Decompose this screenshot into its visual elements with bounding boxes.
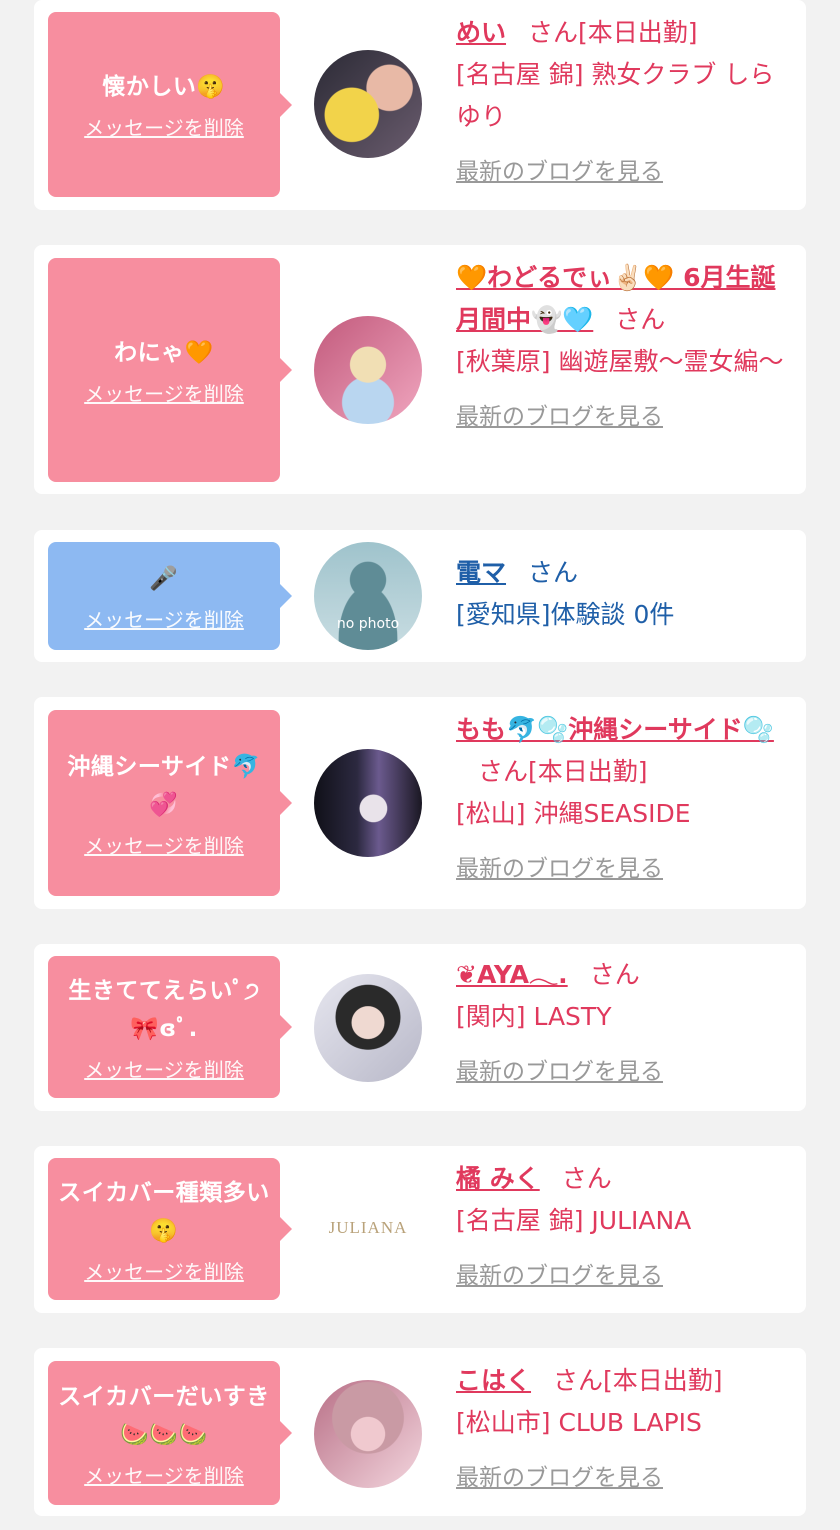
message-text: スイカバーだいすき🍉🍉🍉 <box>58 1383 270 1448</box>
delete-message-link[interactable]: メッセージを削除 <box>84 830 244 859</box>
latest-blog-link[interactable]: 最新のブログを見る <box>456 849 663 883</box>
profile-info: 電マ さん [愛知県]体験談 0件 <box>456 552 788 636</box>
avatar[interactable] <box>314 749 422 857</box>
latest-blog-link[interactable]: 最新のブログを見る <box>456 152 663 186</box>
message-card-5: 生きててえらいﾟ੭ 🎀ɞﾟ. メッセージを削除 ❦AYA𓂃. さん [関内] LA… <box>34 944 806 1111</box>
avatar[interactable]: JULIANA <box>314 1174 422 1282</box>
message-text: わにゃ🧡 <box>114 339 214 366</box>
profile-info: 🧡わどるでぃ✌🏻🧡 6月生誕月間中👻🩵 さん [秋葉原] 幽遊屋敷〜霊女編〜 最新… <box>456 257 788 431</box>
message-text: スイカバー種類多い🤫 <box>58 1179 270 1244</box>
delete-message-link[interactable]: メッセージを削除 <box>84 1054 244 1083</box>
profile-info: もも🐬🫧沖縄シーサイド🫧 さん[本日出勤] [松山] 沖縄SEASIDE 最新のブ… <box>456 709 788 883</box>
message-card-3: 🎤 メッセージを削除 no photo 電マ さん [愛知県]体験談 0件 <box>34 530 806 662</box>
message-card-7: スイカバーだいすき🍉🍉🍉 メッセージを削除 こはく さん[本日出勤] [松山市] … <box>34 1348 806 1516</box>
store-name: [松山市] CLUB LAPIS <box>456 1408 702 1437</box>
message-card-4: 沖縄シーサイド🐬💞 メッセージを削除 もも🐬🫧沖縄シーサイド🫧 さん[本日出勤] … <box>34 697 806 909</box>
cast-name-link[interactable]: ❦AYA𓂃. <box>456 960 568 989</box>
store-name: [秋葉原] 幽遊屋敷〜霊女編〜 <box>456 347 784 376</box>
profile-info: めい さん[本日出勤] [名古屋 錦] 熟女クラブ しらゆり 最新のブログを見る <box>456 12 788 186</box>
message-bubble: わにゃ🧡 メッセージを削除 <box>48 258 292 482</box>
avatar[interactable]: no photo <box>314 542 422 650</box>
profile-info: ❦AYA𓂃. さん [関内] LASTY 最新のブログを見る <box>456 954 788 1086</box>
honorific: さん <box>615 305 666 334</box>
honorific: さん <box>478 757 529 786</box>
avatar[interactable] <box>314 974 422 1082</box>
message-bubble: 生きててえらいﾟ੭ 🎀ɞﾟ. メッセージを削除 <box>48 956 292 1098</box>
store-name: [松山] 沖縄SEASIDE <box>456 799 691 828</box>
store-name: [名古屋 錦] 熟女クラブ しらゆり <box>456 60 775 131</box>
review-count: [愛知県]体験談 0件 <box>456 600 675 629</box>
delete-message-link[interactable]: メッセージを削除 <box>84 378 244 407</box>
message-text: 生きててえらいﾟ੭ 🎀ɞﾟ. <box>68 977 260 1042</box>
message-text: 🎤 <box>149 565 179 592</box>
latest-blog-link[interactable]: 最新のブログを見る <box>456 1458 663 1492</box>
latest-blog-link[interactable]: 最新のブログを見る <box>456 397 663 431</box>
message-bubble: スイカバー種類多い🤫 メッセージを削除 <box>48 1158 292 1300</box>
delete-message-link[interactable]: メッセージを削除 <box>84 1460 244 1489</box>
cast-name-link[interactable]: めい <box>456 18 506 47</box>
honorific: さん <box>528 18 579 47</box>
message-bubble: 沖縄シーサイド🐬💞 メッセージを削除 <box>48 710 292 896</box>
user-name-link[interactable]: 電マ <box>456 558 506 587</box>
delete-message-link[interactable]: メッセージを削除 <box>84 604 244 633</box>
store-name: [名古屋 錦] JULIANA <box>456 1206 692 1235</box>
cast-name-link[interactable]: もも🐬🫧沖縄シーサイド🫧 <box>456 715 774 744</box>
delete-message-link[interactable]: メッセージを削除 <box>84 112 244 141</box>
message-bubble: 🎤 メッセージを削除 <box>48 542 292 650</box>
latest-blog-link[interactable]: 最新のブログを見る <box>456 1256 663 1290</box>
message-text: 懐かしい🤫 <box>102 74 226 100</box>
avatar[interactable] <box>314 50 422 158</box>
honorific: さん <box>589 960 640 989</box>
honorific: さん <box>561 1164 612 1193</box>
store-logo: JULIANA <box>328 1218 408 1237</box>
message-card-2: わにゃ🧡 メッセージを削除 🧡わどるでぃ✌🏻🧡 6月生誕月間中👻🩵 さん [秋葉原… <box>34 245 806 494</box>
cast-name-link[interactable]: こはく <box>456 1366 531 1395</box>
profile-info: こはく さん[本日出勤] [松山市] CLUB LAPIS 最新のブログを見る <box>456 1360 788 1492</box>
cast-name-link[interactable]: 橘 みく <box>456 1164 540 1193</box>
message-card-1: 懐かしい🤫 メッセージを削除 めい さん[本日出勤] [名古屋 錦] 熟女クラブ … <box>34 0 806 210</box>
message-card-6: スイカバー種類多い🤫 メッセージを削除 JULIANA 橘 みく さん [名古屋 … <box>34 1146 806 1313</box>
message-bubble: 懐かしい🤫 メッセージを削除 <box>48 12 292 197</box>
message-bubble: スイカバーだいすき🍉🍉🍉 メッセージを削除 <box>48 1361 292 1505</box>
store-name: [関内] LASTY <box>456 1002 612 1031</box>
delete-message-link[interactable]: メッセージを削除 <box>84 1256 244 1285</box>
status-label: [本日出勤] <box>528 757 648 786</box>
avatar[interactable] <box>314 316 422 424</box>
no-photo-label: no photo <box>336 616 400 632</box>
message-text: 沖縄シーサイド🐬💞 <box>67 753 261 818</box>
avatar[interactable] <box>314 1380 422 1488</box>
status-label: [本日出勤] <box>578 18 698 47</box>
honorific: さん <box>528 558 579 587</box>
status-label: [本日出勤] <box>603 1366 723 1395</box>
latest-blog-link[interactable]: 最新のブログを見る <box>456 1052 663 1086</box>
profile-info: 橘 みく さん [名古屋 錦] JULIANA 最新のブログを見る <box>456 1158 788 1290</box>
honorific: さん <box>553 1366 604 1395</box>
